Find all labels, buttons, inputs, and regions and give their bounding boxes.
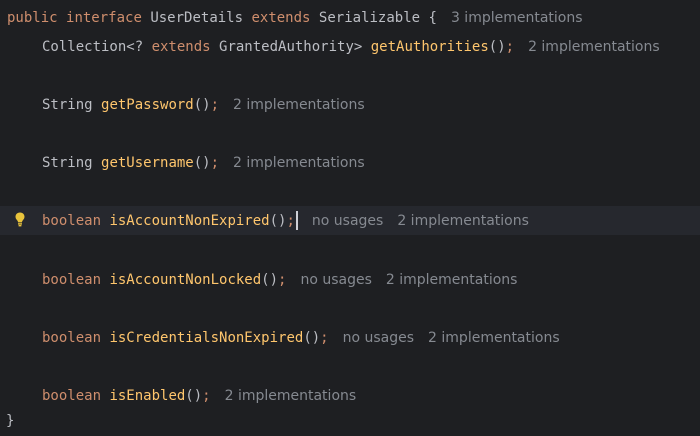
parens: () [261, 271, 279, 288]
code-line-is-credentials-non-expired[interactable]: boolean isCredentialsNonExpired(); no us… [0, 323, 700, 352]
parens: () [303, 329, 321, 346]
keyword-extends: extends [151, 38, 211, 55]
method-name[interactable]: isAccountNonExpired [109, 213, 269, 229]
implementations-hint[interactable]: 2 implementations [233, 97, 365, 113]
implementations-hint[interactable]: 2 implementations [386, 272, 518, 288]
interface-name[interactable]: UserDetails [150, 10, 243, 26]
semicolon: ; [210, 96, 220, 113]
implementations-hint[interactable]: 2 implementations [528, 39, 660, 55]
parens: () [185, 387, 203, 404]
semicolon: ; [320, 329, 329, 346]
implementations-hint[interactable]: 3 implementations [451, 10, 583, 26]
usages-hint[interactable]: no usages [343, 330, 414, 346]
method-name[interactable]: isCredentialsNonExpired [109, 330, 303, 346]
implementations-hint[interactable]: 2 implementations [397, 213, 529, 229]
semicolon: ; [210, 154, 220, 171]
return-type-prefix: Collection<? [42, 38, 152, 55]
return-type: boolean [42, 387, 110, 404]
return-type: boolean [42, 271, 110, 288]
return-type: boolean [42, 212, 110, 229]
return-type: String [42, 96, 102, 113]
method-name[interactable]: isAccountNonLocked [109, 272, 261, 288]
implementations-hint[interactable]: 2 implementations [233, 155, 365, 171]
method-name[interactable]: getPassword [101, 97, 194, 113]
return-type: boolean [42, 329, 110, 346]
semicolon: ; [202, 387, 211, 404]
code-line-is-account-non-locked[interactable]: boolean isAccountNonLocked(); no usages … [0, 265, 700, 294]
semicolon: ; [278, 271, 287, 288]
code-line-get-password[interactable]: String getPassword(); 2 implementations [0, 90, 700, 119]
open-brace: { [428, 9, 437, 26]
implementations-hint[interactable]: 2 implementations [225, 388, 357, 404]
text-caret [295, 211, 298, 230]
semicolon: ; [286, 212, 295, 229]
super-interface-name[interactable]: Serializable [319, 10, 420, 26]
return-type: String [42, 154, 102, 171]
keyword-interface: interface [66, 9, 142, 26]
parens: () [193, 154, 211, 171]
parens: () [488, 38, 506, 55]
parens: () [269, 212, 287, 229]
method-name[interactable]: getUsername [101, 155, 194, 171]
code-line-get-username[interactable]: String getUsername(); 2 implementations [0, 148, 700, 177]
lightbulb-icon[interactable] [13, 210, 27, 228]
usages-hint[interactable]: no usages [300, 272, 371, 288]
code-line-get-authorities[interactable]: Collection<? extends GrantedAuthority> g… [0, 32, 700, 61]
implementations-hint[interactable]: 2 implementations [428, 330, 560, 346]
method-name[interactable]: isEnabled [109, 388, 185, 404]
semicolon: ; [505, 38, 515, 55]
parens: () [193, 96, 211, 113]
keyword-extends: extends [251, 9, 311, 26]
close-brace: } [6, 413, 15, 429]
code-line-is-enabled[interactable]: boolean isEnabled(); 2 implementations [0, 381, 700, 410]
code-line-interface-header[interactable]: public interface UserDetails extends Ser… [0, 3, 700, 32]
code-line-is-account-non-expired[interactable]: boolean isAccountNonExpired(); no usages… [0, 206, 700, 235]
method-name[interactable]: getAuthorities [371, 39, 489, 55]
usages-hint[interactable]: no usages [312, 213, 383, 229]
return-type-suffix: GrantedAuthority> [210, 38, 371, 55]
keyword-public: public [7, 9, 58, 26]
